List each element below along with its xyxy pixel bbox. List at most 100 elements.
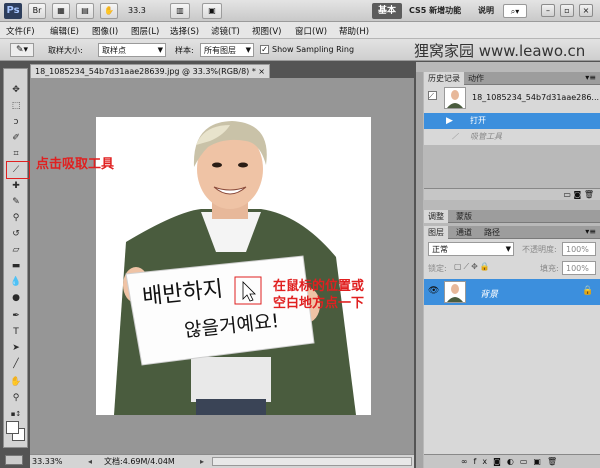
type-tool-icon[interactable]: T: [8, 325, 24, 339]
menu-help[interactable]: 帮助(H): [339, 25, 369, 37]
layer-thumb-image: [447, 284, 463, 302]
layer-style-icon[interactable]: fx: [474, 457, 494, 466]
marquee-tool-icon[interactable]: ⬚: [8, 99, 24, 113]
status-arrow-icon[interactable]: ◂: [88, 455, 92, 468]
menu-view[interactable]: 视图(V): [252, 25, 281, 37]
blend-mode-select[interactable]: 正常 ▼: [428, 242, 514, 256]
workspace-cs5-button[interactable]: CS5 新增功能: [409, 5, 461, 16]
view-extras-icon[interactable]: ▤: [76, 3, 94, 19]
zoom-tool-icon[interactable]: ⚲: [8, 391, 24, 405]
sample-select[interactable]: 所有图层 ▼: [200, 43, 254, 57]
adjustment-layer-icon[interactable]: ◐: [507, 457, 520, 466]
default-colors-icon[interactable]: ▪↕: [8, 407, 24, 421]
menu-window[interactable]: 窗口(W): [295, 25, 327, 37]
tab-adjustments[interactable]: 调整: [424, 210, 448, 223]
status-doc-info: 文档:4.69M/4.04M: [104, 457, 175, 466]
opacity-input[interactable]: 100%: [562, 242, 596, 256]
layer-row-background[interactable]: 👁 背景 🔒: [424, 279, 600, 305]
snapshot-source-checkbox[interactable]: ⟋: [428, 91, 437, 100]
status-menu-icon[interactable]: ▸: [200, 455, 204, 468]
move-tool-icon[interactable]: ✥: [8, 83, 24, 97]
tab-channels[interactable]: 通道: [452, 226, 476, 239]
menu-file[interactable]: 文件(F): [6, 25, 35, 37]
eye-icon[interactable]: 👁: [428, 286, 439, 296]
menu-image[interactable]: 图像(I): [92, 25, 118, 37]
add-mask-icon[interactable]: ◙: [493, 457, 507, 466]
hand-tool-icon[interactable]: ✋: [8, 375, 24, 389]
clone-stamp-tool-icon[interactable]: ⚲: [8, 211, 24, 225]
sample-size-select[interactable]: 取样点 ▼: [98, 43, 166, 57]
horizontal-scrollbar[interactable]: [212, 457, 412, 466]
history-panel-tabs: 历史记录 动作 ▾≡: [424, 72, 600, 85]
lasso-tool-icon[interactable]: ↄ: [8, 115, 24, 129]
path-select-tool-icon[interactable]: ➤: [8, 341, 24, 355]
history-row-open[interactable]: ▶ 打开: [424, 113, 600, 129]
bridge-icon[interactable]: Br: [28, 3, 46, 19]
hand-zoom-icon[interactable]: ✋: [100, 3, 118, 19]
blur-tool-icon[interactable]: 💧: [8, 275, 24, 289]
brush-tool-icon[interactable]: ✎: [8, 195, 24, 209]
minimize-icon[interactable]: –: [541, 4, 555, 17]
dodge-tool-icon[interactable]: ●: [8, 291, 24, 305]
tab-layers[interactable]: 图层: [424, 226, 448, 239]
restore-icon[interactable]: ▫: [560, 4, 574, 17]
menu-select[interactable]: 选择(S): [170, 25, 199, 37]
link-layers-icon[interactable]: ∞: [461, 457, 474, 466]
zoom-level[interactable]: 33.3: [128, 4, 158, 18]
history-brush-tool-icon[interactable]: ↺: [8, 227, 24, 241]
gradient-tool-icon[interactable]: ▬: [8, 259, 24, 273]
crop-tool-icon[interactable]: ⌗: [8, 147, 24, 161]
annotation-click-eyedropper: 点击吸取工具: [36, 157, 115, 172]
foreground-color-swatch[interactable]: [6, 421, 19, 434]
pen-tool-icon[interactable]: ✒: [8, 309, 24, 323]
workspace-basic-button[interactable]: 基本: [372, 3, 402, 19]
panel-menu-icon[interactable]: ▾≡: [585, 227, 596, 236]
tab-paths[interactable]: 路径: [480, 226, 504, 239]
arrange-documents-icon[interactable]: ▥: [170, 3, 190, 19]
close-icon[interactable]: ×: [258, 65, 265, 78]
quick-select-tool-icon[interactable]: ✐: [8, 131, 24, 145]
snapshot-thumbnail[interactable]: [444, 87, 466, 109]
help-link[interactable]: 说明: [478, 5, 494, 16]
trash-icon[interactable]: 🗑: [547, 457, 563, 466]
photoshop-logo-icon: Ps: [4, 3, 22, 19]
history-state-marker-icon: ▶: [446, 116, 453, 126]
document-tab-title: 18_1085234_54b7d31aae28639.jpg @ 33.3%(R…: [35, 67, 256, 76]
lock-icons[interactable]: ▢⟋✥🔒: [454, 262, 492, 272]
shape-tool-icon[interactable]: ╱: [8, 357, 24, 371]
eraser-tool-icon[interactable]: ▱: [8, 243, 24, 257]
panel-menu-icon[interactable]: ▾≡: [585, 73, 596, 82]
show-ring-checkbox[interactable]: ✓: [260, 45, 269, 54]
tools-panel: ✥ ⬚ ↄ ✐ ⌗ ⟋ ✚ ✎ ⚲ ↺ ▱ ▬ 💧 ● ✒ T ➤ ╱ ✋ ⚲ …: [3, 68, 28, 448]
status-zoom[interactable]: 33.33%: [32, 455, 63, 468]
fill-label: 填充:: [540, 264, 559, 273]
screen-mode-icon[interactable]: ▣: [202, 3, 222, 19]
tab-actions[interactable]: 动作: [464, 72, 488, 85]
mini-bridge-icon[interactable]: ▦: [52, 3, 70, 19]
close-icon[interactable]: ×: [579, 4, 593, 17]
adjust-panel-tabs: 调整 蒙版: [424, 210, 600, 223]
tab-history[interactable]: 历史记录: [424, 72, 464, 85]
layer-thumbnail: [444, 281, 466, 303]
image-canvas[interactable]: 배반하지 않을거예요!: [96, 117, 371, 415]
menu-layer[interactable]: 图层(L): [131, 25, 159, 37]
new-layer-icon[interactable]: ▣: [533, 457, 547, 466]
tab-masks[interactable]: 蒙版: [452, 210, 476, 223]
trash-icon[interactable]: 🗑: [584, 190, 594, 199]
new-document-icon[interactable]: ▭: [563, 190, 571, 199]
menu-filter[interactable]: 滤镜(T): [211, 25, 240, 37]
new-snapshot-icon[interactable]: ◙: [574, 190, 582, 199]
panel-dock: 历史记录 动作 ▾≡ ⟋ 18_1085234_54b7d31aae286...…: [416, 62, 600, 468]
document-tab[interactable]: 18_1085234_54b7d31aae28639.jpg @ 33.3%(R…: [30, 64, 270, 78]
tool-preset-picker[interactable]: ✎▾: [10, 43, 34, 57]
panel-collapse-strip[interactable]: [416, 72, 423, 468]
history-row-eyedropper[interactable]: ⟋ 吸管工具: [424, 129, 600, 145]
quick-mask-icon[interactable]: [5, 455, 23, 465]
annotation-click-blank-line2: 空白地方点一下: [273, 296, 365, 311]
healing-brush-tool-icon[interactable]: ✚: [8, 179, 24, 193]
menu-edit[interactable]: 编辑(E): [50, 25, 79, 37]
search-icon[interactable]: ⌕▾: [503, 4, 527, 18]
new-group-icon[interactable]: ▭: [520, 457, 534, 466]
chevron-down-icon: ▼: [505, 245, 511, 253]
fill-input[interactable]: 100%: [562, 261, 596, 275]
